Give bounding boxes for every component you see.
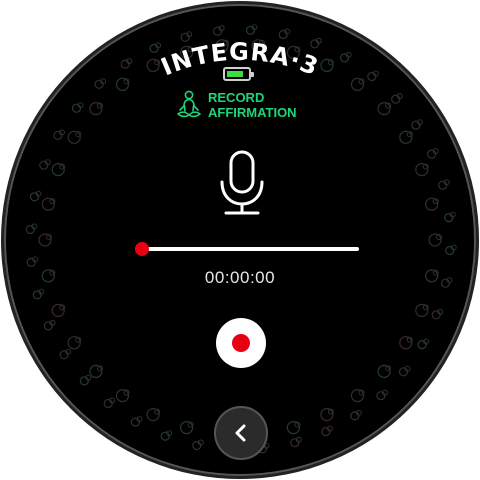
record-dot-icon (232, 334, 250, 352)
chevron-left-icon (235, 424, 246, 442)
mode-header: RECORD AFFIRMATION (176, 90, 297, 120)
mode-label-line2: AFFIRMATION (208, 105, 297, 120)
battery-icon (223, 67, 254, 81)
back-button[interactable] (214, 406, 268, 460)
battery-level (227, 71, 243, 77)
microphone-icon[interactable] (218, 150, 266, 218)
recording-progress-track[interactable] (135, 247, 359, 251)
recording-progress-knob[interactable] (134, 242, 149, 256)
record-button[interactable] (216, 318, 266, 368)
elapsed-time: 00:00:00 (204, 268, 276, 287)
mode-label: RECORD AFFIRMATION (208, 90, 297, 120)
meditation-person-icon (177, 90, 201, 118)
watch-face: INTEGRA·3 RECORD AFFIRMATION 00:00:00 (4, 4, 476, 476)
mode-label-line1: RECORD (208, 90, 265, 105)
